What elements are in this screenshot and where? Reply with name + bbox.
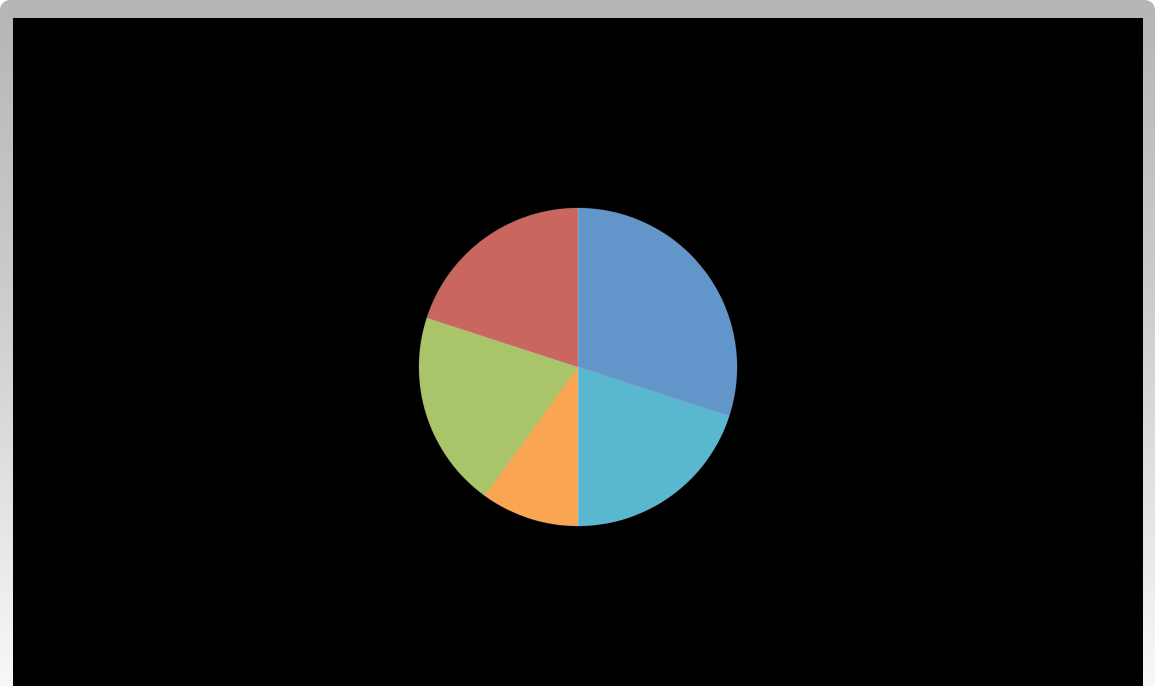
pie-chart xyxy=(418,207,738,527)
pie-slices xyxy=(418,207,738,527)
window-frame xyxy=(0,0,1155,686)
chart-area xyxy=(13,18,1143,686)
